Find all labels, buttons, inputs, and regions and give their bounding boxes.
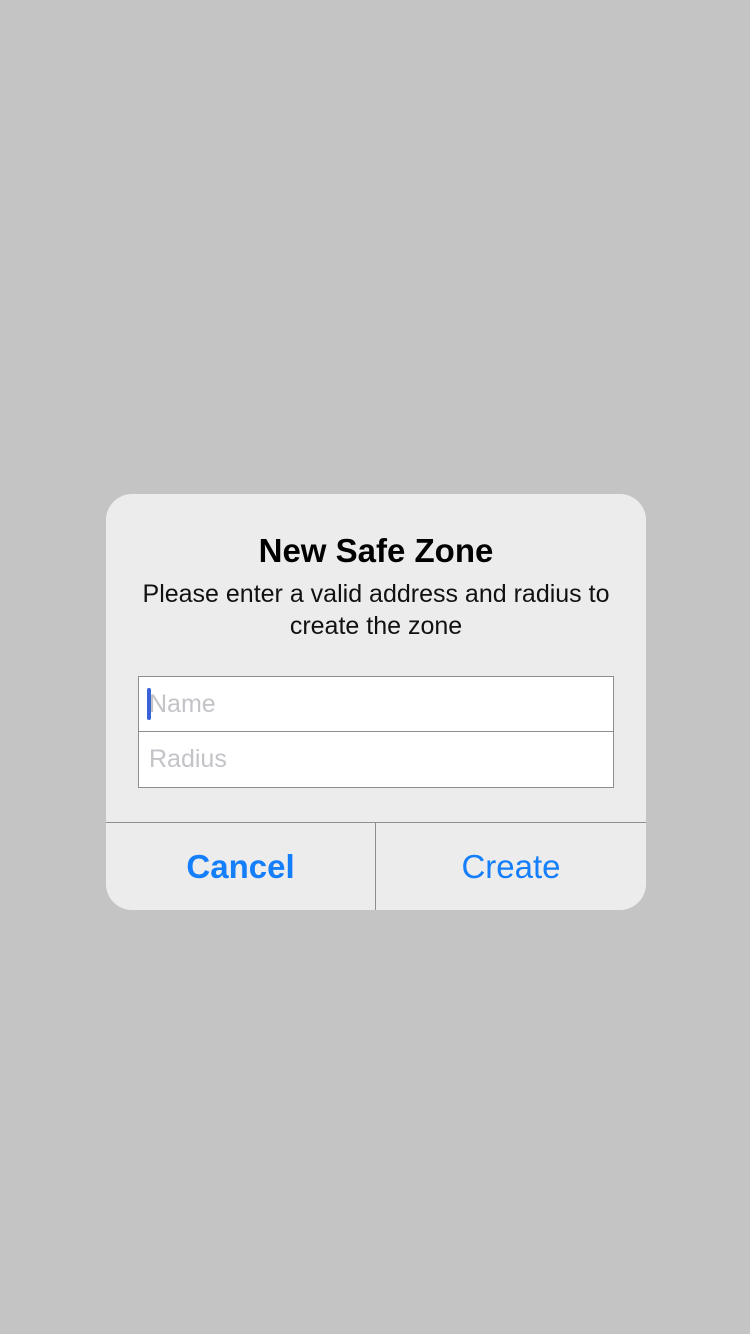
- text-cursor: [147, 688, 151, 720]
- create-button[interactable]: Create: [376, 823, 646, 910]
- cancel-button[interactable]: Cancel: [106, 823, 375, 910]
- name-input[interactable]: [139, 677, 613, 731]
- input-group: [138, 676, 614, 788]
- alert-dialog: New Safe Zone Please enter a valid addre…: [106, 494, 646, 910]
- radius-field-container: [139, 732, 613, 787]
- dialog-title: New Safe Zone: [258, 532, 494, 569]
- radius-input[interactable]: [139, 732, 613, 787]
- dialog-message: Please enter a valid address and radius …: [142, 580, 610, 640]
- name-field-container: [139, 677, 613, 732]
